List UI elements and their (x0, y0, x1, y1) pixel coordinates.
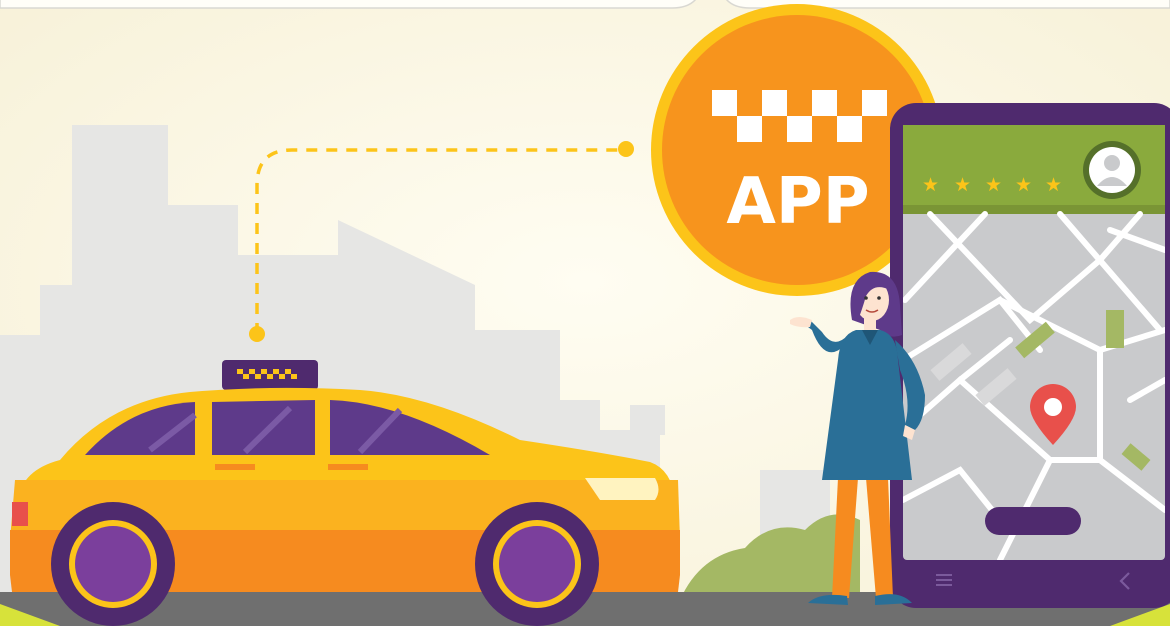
taxi-wheel-rear (51, 502, 175, 626)
map-view[interactable] (903, 211, 1165, 560)
taxi-wheel-front (475, 502, 599, 626)
star-icon: ★ (1045, 174, 1062, 196)
star-icon: ★ (954, 174, 971, 196)
profile-avatar-icon[interactable] (1083, 141, 1141, 199)
star-icon: ★ (985, 174, 1002, 196)
star-icon: ★ (922, 174, 939, 196)
taxi-app-illustration: APP ★ ★ ★ ★ ★ (0, 0, 1170, 626)
map-action-button[interactable] (985, 507, 1081, 535)
app-badge-label: APP (726, 165, 869, 239)
phone: ★ ★ ★ ★ ★ (890, 103, 1170, 608)
star-icon: ★ (1015, 174, 1032, 196)
top-panels (0, 0, 1170, 9)
